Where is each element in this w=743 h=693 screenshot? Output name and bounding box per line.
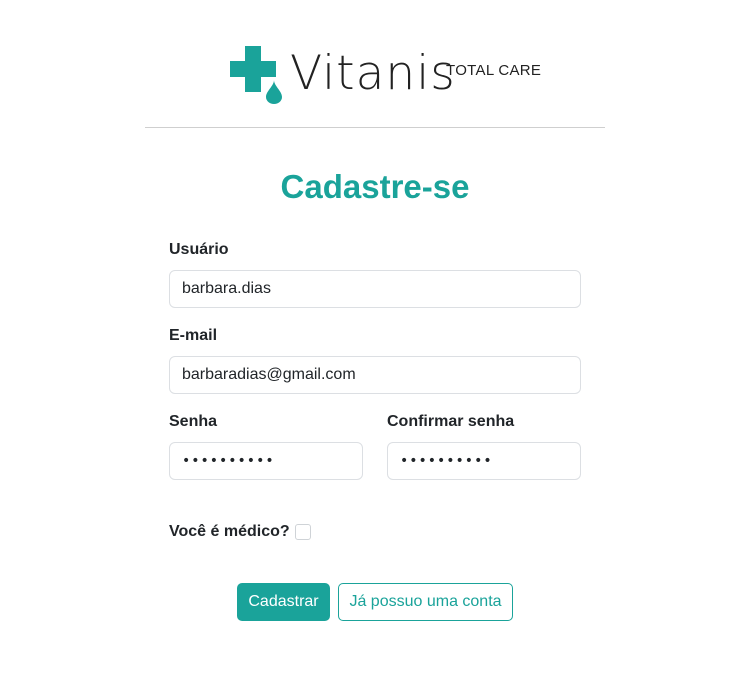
- password-input[interactable]: [169, 442, 363, 480]
- brand-tagline: TOTAL CARE: [446, 62, 542, 79]
- register-button[interactable]: Cadastrar: [237, 583, 330, 621]
- email-input[interactable]: [169, 356, 581, 394]
- page-title: Cadastre-se: [280, 168, 470, 205]
- header-divider: [145, 127, 605, 128]
- have-account-button[interactable]: Já possuo uma conta: [338, 583, 513, 621]
- confirm-password-label: Confirmar senha: [387, 413, 515, 430]
- username-label: Usuário: [169, 241, 229, 258]
- username-input[interactable]: [169, 270, 581, 308]
- is-doctor-checkbox[interactable]: [295, 524, 311, 540]
- password-label: Senha: [169, 413, 218, 430]
- water-drop-icon: [266, 80, 282, 104]
- email-label: E-mail: [169, 327, 218, 344]
- brand-name: Vitanis: [290, 46, 456, 101]
- is-doctor-label: Você é médico?: [169, 523, 290, 540]
- confirm-password-input[interactable]: [387, 442, 581, 480]
- brand-header: Vitanis TOTAL CARE: [0, 0, 743, 127]
